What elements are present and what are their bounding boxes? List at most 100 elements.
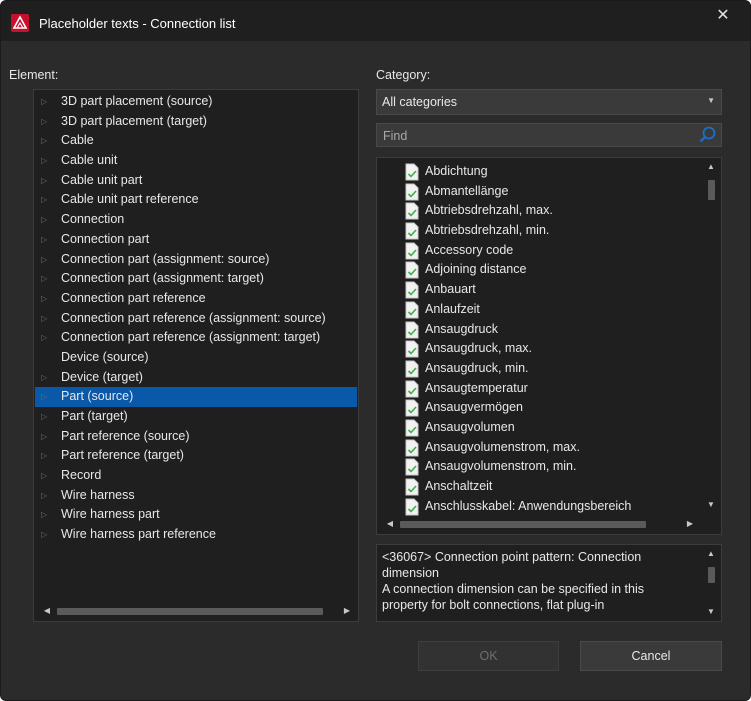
document-check-icon xyxy=(405,163,419,181)
expand-caret-icon[interactable]: ▷ xyxy=(41,210,51,230)
category-item[interactable]: Ansaugvolumenstrom, min. xyxy=(378,457,720,477)
expand-caret-icon[interactable]: ▷ xyxy=(41,151,51,171)
element-tree-hscrollbar[interactable]: ◀ ▶ xyxy=(40,604,354,618)
description-line: property for bolt connections, flat plug… xyxy=(382,598,605,612)
scroll-left-icon[interactable]: ◀ xyxy=(40,604,54,618)
ok-button[interactable]: OK xyxy=(418,641,559,671)
category-item[interactable]: Ansaugdruck, min. xyxy=(378,359,720,379)
element-tree-item-label: Device (source) xyxy=(61,349,149,364)
scroll-down-icon[interactable]: ▼ xyxy=(704,498,718,512)
category-item-label: Anschaltzeit xyxy=(425,479,493,493)
category-item[interactable]: Anbauart xyxy=(378,280,720,300)
scroll-down-icon[interactable]: ▼ xyxy=(704,605,718,619)
expand-caret-icon[interactable]: ▷ xyxy=(41,309,51,329)
expand-caret-icon[interactable]: ▷ xyxy=(41,505,51,525)
scroll-thumb[interactable] xyxy=(708,180,715,200)
element-tree-item-label: Connection part xyxy=(61,231,150,246)
element-tree-item[interactable]: ▷ Part reference (source) xyxy=(35,427,357,447)
category-item[interactable]: Anschaltzeit xyxy=(378,477,720,497)
element-tree-item[interactable]: ▷ Connection part reference xyxy=(35,289,357,309)
category-item[interactable]: Abtriebsdrehzahl, max. xyxy=(378,201,720,221)
expand-caret-icon[interactable]: ▷ xyxy=(41,190,51,210)
element-tree-item[interactable]: ▷ Connection part (assignment: source) xyxy=(35,250,357,270)
category-item[interactable]: Ansaugvolumenstrom, max. xyxy=(378,438,720,458)
element-tree-item[interactable]: ▷ Wire harness part xyxy=(35,505,357,525)
expand-caret-icon[interactable]: ▷ xyxy=(41,407,51,427)
element-tree-item[interactable]: ▷ Device (target) xyxy=(35,368,357,388)
category-list-hscrollbar[interactable]: ◀ ▶ xyxy=(383,517,697,531)
scroll-thumb[interactable] xyxy=(708,567,715,583)
element-tree-item[interactable]: ▷ Part reference (target) xyxy=(35,446,357,466)
cancel-button[interactable]: Cancel xyxy=(580,641,722,671)
category-item[interactable]: Ansaugvermögen xyxy=(378,398,720,418)
element-tree-item-label: Connection part (assignment: target) xyxy=(61,271,264,286)
expand-caret-icon[interactable]: ▷ xyxy=(41,112,51,132)
element-tree-item-label: Connection part reference (assignment: t… xyxy=(61,330,321,345)
category-item[interactable]: Abtriebsdrehzahl, min. xyxy=(378,221,720,241)
category-item[interactable]: Ansaugdruck, max. xyxy=(378,339,720,359)
category-item[interactable]: Abdichtung xyxy=(378,162,720,182)
element-tree-item[interactable]: ▷ 3D part placement (source) xyxy=(35,92,357,112)
close-button[interactable]: ✕ xyxy=(709,5,737,27)
expand-caret-icon[interactable]: ▷ xyxy=(41,525,51,545)
scroll-thumb[interactable] xyxy=(57,608,323,615)
category-item[interactable]: Adjoining distance xyxy=(378,260,720,280)
element-tree-item[interactable]: ▷ Part (target) xyxy=(35,407,357,427)
category-item[interactable]: Ansaugvolumen xyxy=(378,418,720,438)
element-tree-item[interactable]: ▷ Connection part xyxy=(35,230,357,250)
element-tree-item[interactable]: Device (source) xyxy=(35,348,357,368)
category-list[interactable]: Abdichtung Abmantellänge Abtriebsdrehzahl,… xyxy=(376,157,722,535)
category-item[interactable]: Abmantellänge xyxy=(378,182,720,202)
element-tree-item[interactable]: ▷ Connection part (assignment: target) xyxy=(35,269,357,289)
category-list-vscrollbar[interactable]: ▲ ▼ xyxy=(704,160,718,512)
scroll-left-icon[interactable]: ◀ xyxy=(383,517,397,531)
element-tree-item[interactable]: ▷ Wire harness xyxy=(35,486,357,506)
category-item[interactable]: Ansaugtemperatur xyxy=(378,379,720,399)
element-tree-item[interactable]: ▷ Wire harness part reference xyxy=(35,525,357,545)
category-item[interactable]: Ansaugdruck xyxy=(378,320,720,340)
expand-caret-icon[interactable]: ▷ xyxy=(41,466,51,486)
description-vscrollbar[interactable]: ▲ ▼ xyxy=(704,547,718,619)
find-box[interactable] xyxy=(376,123,722,147)
category-item[interactable]: Anschlusskabel: Anwendungsbereich xyxy=(378,497,720,517)
element-tree[interactable]: ▷ 3D part placement (source) ▷ 3D part plac… xyxy=(33,89,359,622)
expand-caret-icon[interactable]: ▷ xyxy=(41,230,51,250)
expand-caret-icon[interactable]: ▷ xyxy=(41,171,51,191)
expand-caret-icon[interactable]: ▷ xyxy=(41,446,51,466)
expand-caret-icon[interactable]: ▷ xyxy=(41,250,51,270)
element-tree-item[interactable]: ▷ Connection part reference (assignment: … xyxy=(35,309,357,329)
scroll-right-icon[interactable]: ▶ xyxy=(340,604,354,618)
expand-caret-icon[interactable]: ▷ xyxy=(41,92,51,112)
element-tree-item[interactable]: ▷ Cable unit xyxy=(35,151,357,171)
category-select-value: All categories xyxy=(382,95,458,109)
expand-caret-icon[interactable]: ▷ xyxy=(41,486,51,506)
find-input[interactable] xyxy=(381,126,685,146)
expand-caret-icon[interactable]: ▷ xyxy=(41,387,51,407)
expand-caret-icon[interactable]: ▷ xyxy=(41,289,51,309)
category-item[interactable]: Accessory code xyxy=(378,241,720,261)
expand-caret-icon[interactable]: ▷ xyxy=(41,131,51,151)
search-icon[interactable] xyxy=(698,125,718,145)
document-check-icon xyxy=(405,498,419,516)
category-item[interactable]: Anlaufzeit xyxy=(378,300,720,320)
element-tree-item[interactable]: ▷ 3D part placement (target) xyxy=(35,112,357,132)
scroll-up-icon[interactable]: ▲ xyxy=(704,547,718,561)
element-tree-item[interactable]: ▷ Connection xyxy=(35,210,357,230)
category-item-label: Ansaugdruck, min. xyxy=(425,360,529,375)
element-tree-item[interactable]: ▷ Cable unit part reference xyxy=(35,190,357,210)
title-bar[interactable]: Placeholder texts - Connection list ✕ xyxy=(1,1,750,41)
scroll-thumb[interactable] xyxy=(400,521,646,528)
expand-caret-icon[interactable]: ▷ xyxy=(41,328,51,348)
expand-caret-icon[interactable]: ▷ xyxy=(41,269,51,289)
category-select[interactable]: All categories ▼ xyxy=(376,89,722,115)
expand-caret-icon[interactable]: ▷ xyxy=(41,427,51,447)
element-tree-item[interactable]: ▷ Cable unit part xyxy=(35,171,357,191)
element-tree-item[interactable]: ▷ Connection part reference (assignment: … xyxy=(35,328,357,348)
element-tree-item-label: Part reference (target) xyxy=(61,448,184,463)
element-tree-item[interactable]: ▷ Cable xyxy=(35,131,357,151)
scroll-right-icon[interactable]: ▶ xyxy=(683,517,697,531)
element-tree-item[interactable]: ▷ Record xyxy=(35,466,357,486)
expand-caret-icon[interactable]: ▷ xyxy=(41,368,51,388)
element-tree-item[interactable]: ▷ Part (source) xyxy=(35,387,357,407)
scroll-up-icon[interactable]: ▲ xyxy=(704,160,718,174)
